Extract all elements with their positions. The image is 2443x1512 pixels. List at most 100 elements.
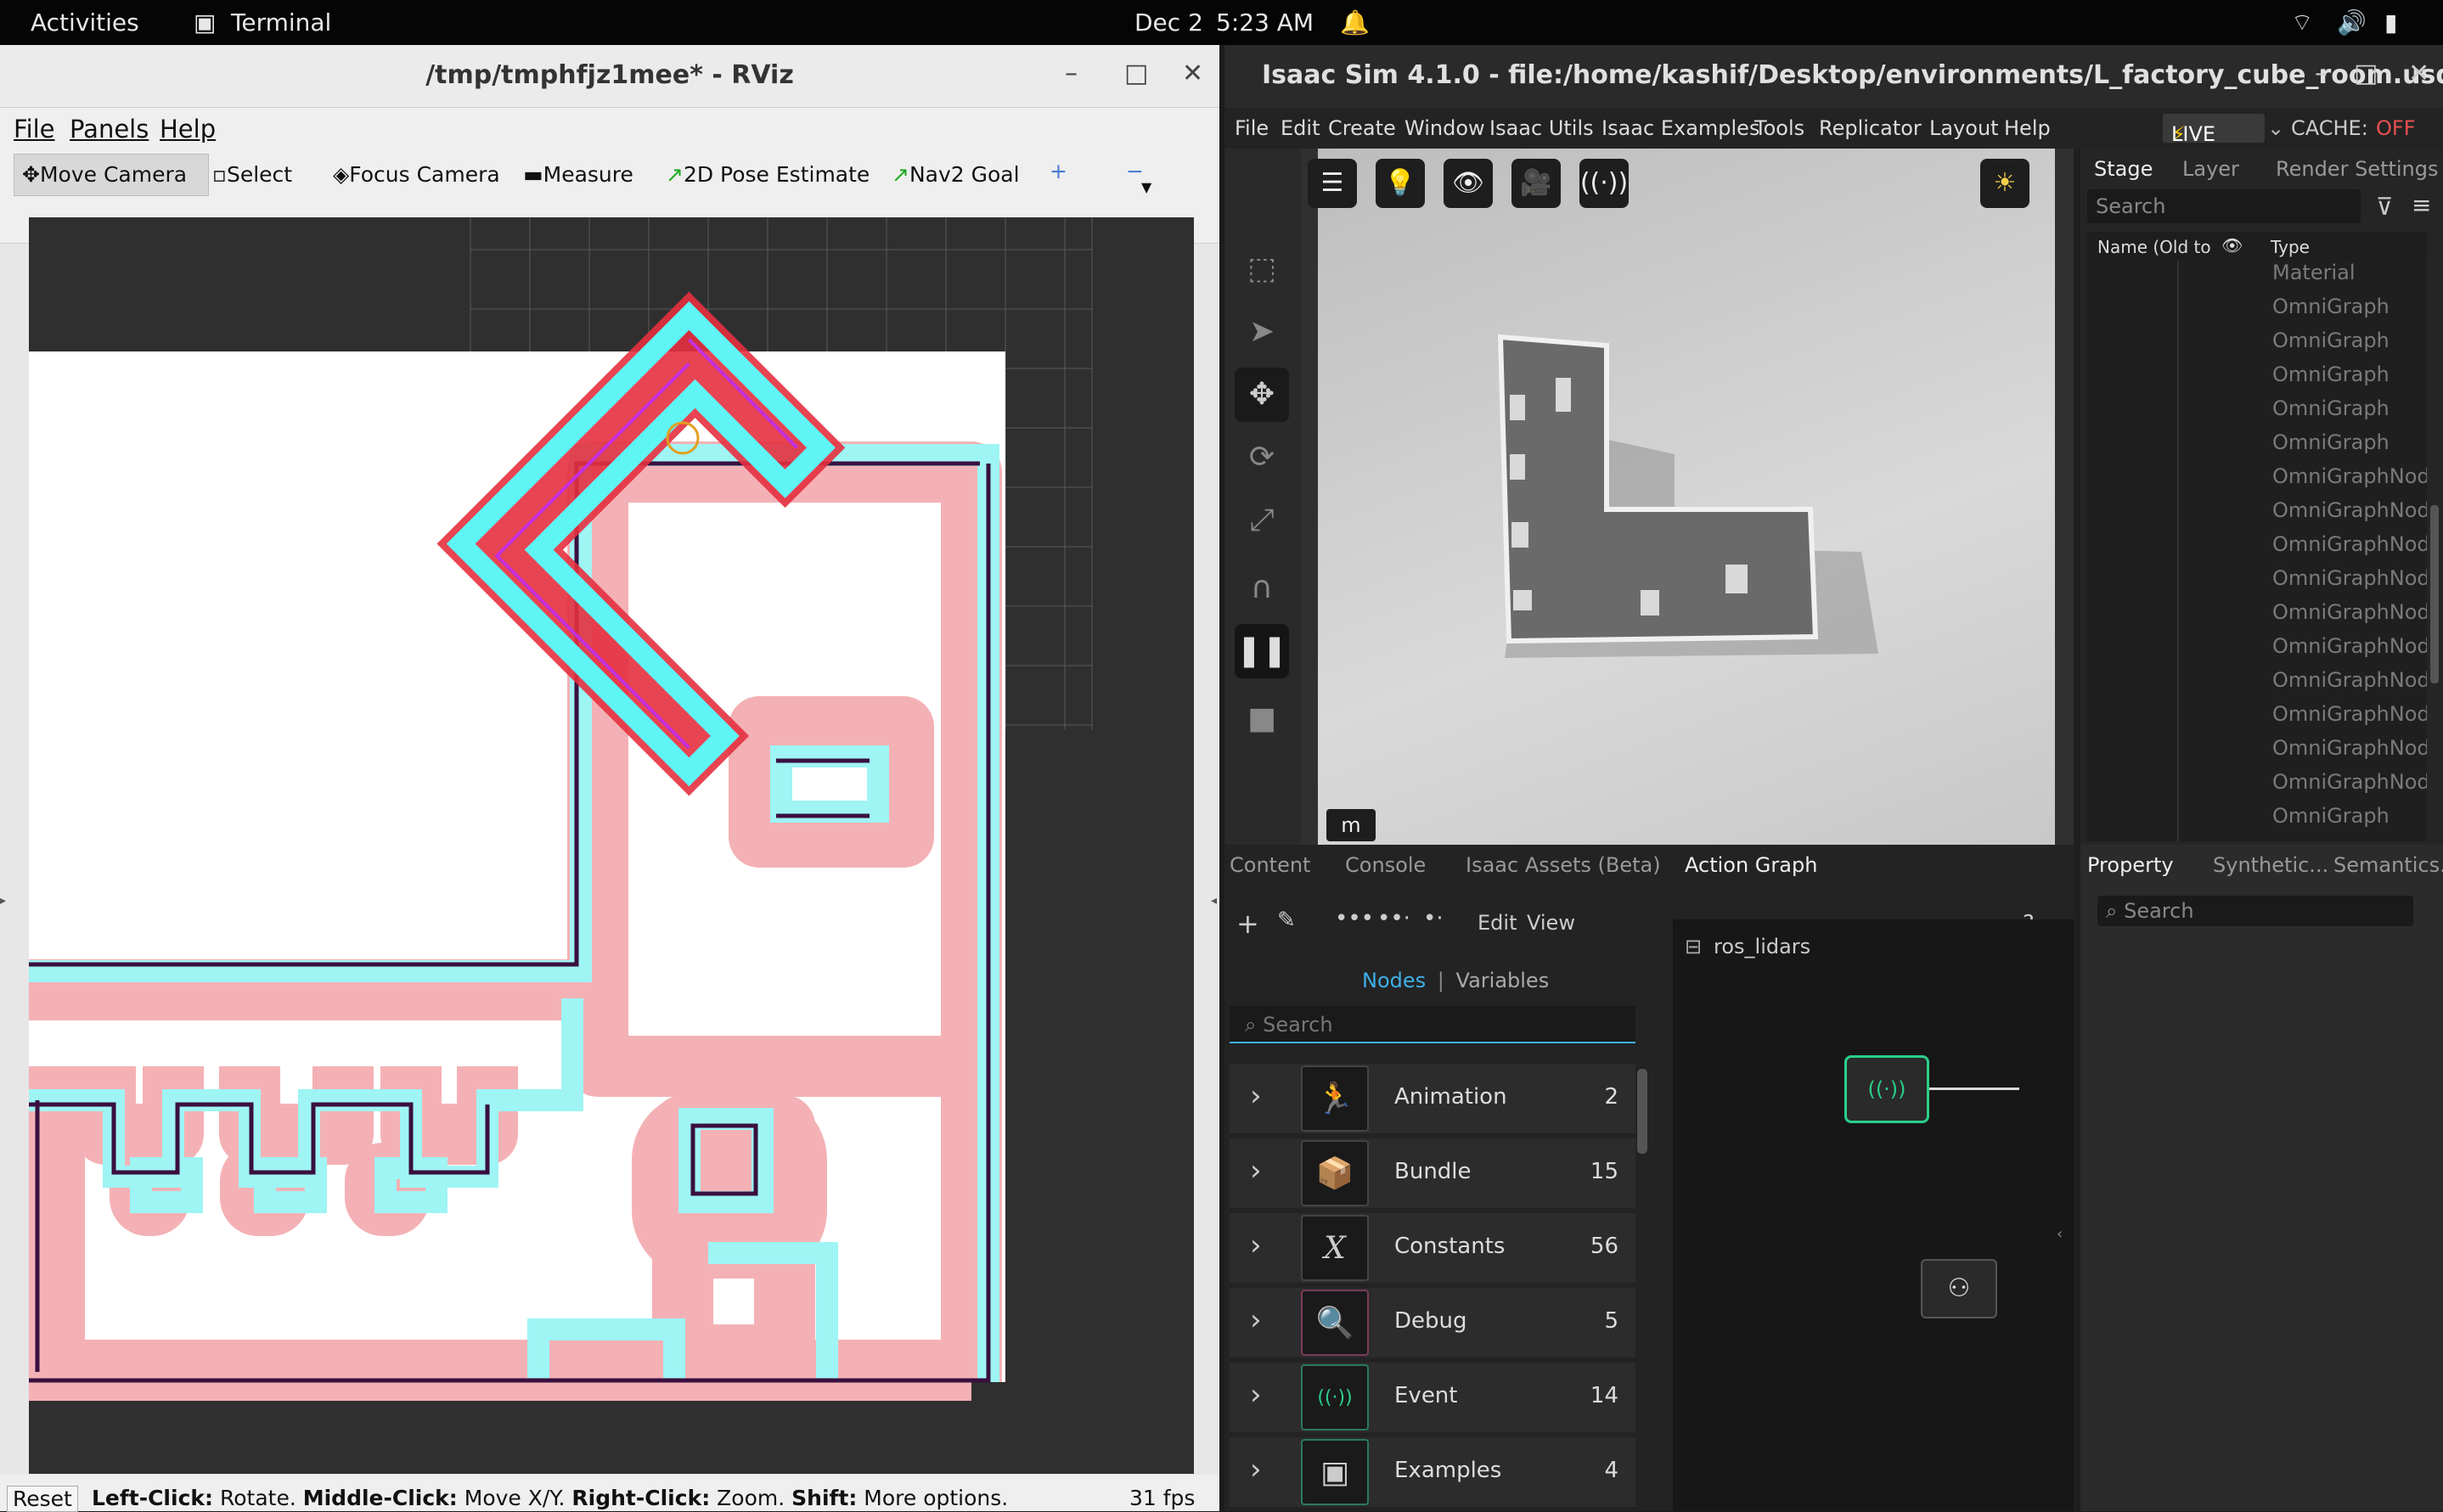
- viewport-settings-icon[interactable]: ☰: [1308, 159, 1357, 208]
- filter-icon[interactable]: ⊽: [2376, 193, 2394, 221]
- chevron-right-icon[interactable]: ›: [1250, 1378, 1262, 1412]
- volume-icon[interactable]: 🔊: [2337, 8, 2367, 37]
- col-name[interactable]: Name (Old to: [2097, 237, 2211, 257]
- category-examples[interactable]: › ▣ Examples 4: [1230, 1437, 1635, 1507]
- tab-isaac-assets[interactable]: Isaac Assets (Beta): [1466, 853, 1661, 877]
- edit-pencil-icon[interactable]: ✎: [1277, 908, 1296, 933]
- lighting-icon[interactable]: 💡: [1376, 159, 1425, 208]
- eye-icon[interactable]: 👁: [2221, 235, 2243, 256]
- tab-content[interactable]: Content: [1230, 853, 1310, 877]
- viewport-scene[interactable]: [1318, 149, 2055, 845]
- stage-menu-icon[interactable]: ≡: [2412, 191, 2431, 219]
- stage-search-input[interactable]: Search: [2087, 189, 2361, 223]
- tab-variables[interactable]: Variables: [1456, 969, 1550, 992]
- move-icon[interactable]: ✥: [1235, 368, 1289, 422]
- chevron-right-icon[interactable]: ›: [1250, 1079, 1262, 1113]
- stage-row-type[interactable]: OmniGraphNode: [2272, 634, 2427, 658]
- stage-row-type[interactable]: OmniGraph: [2272, 329, 2390, 352]
- graph-node-event[interactable]: ((·)): [1844, 1055, 1929, 1123]
- isaac-menu-layout[interactable]: Layout: [1929, 116, 1999, 140]
- left-splitter-arrow-icon[interactable]: ▸: [0, 894, 7, 928]
- category-debug[interactable]: › 🔍 Debug 5: [1230, 1288, 1635, 1357]
- node-layout-icon-1[interactable]: •••: [1335, 906, 1374, 931]
- stage-row-type[interactable]: OmniGraph: [2272, 430, 2390, 454]
- graph-canvas[interactable]: ⊟ ros_lidars ((·)) ⚇ ‹: [1673, 919, 2074, 1511]
- bell-icon[interactable]: 🔔: [1340, 8, 1370, 37]
- tool-focus-camera[interactable]: ◈Focus Camera: [333, 162, 500, 187]
- 3d-viewport[interactable]: ☰ 💡 👁 🎥 ((·)) ☀ m: [1301, 149, 2074, 845]
- isaac-menu-isaac-utils[interactable]: Isaac Utils: [1489, 116, 1594, 140]
- isaac-menu-window[interactable]: Window: [1404, 116, 1485, 140]
- tab-stage[interactable]: Stage: [2094, 157, 2153, 181]
- cache-status[interactable]: OFF: [2376, 116, 2416, 140]
- category-bundle[interactable]: › 📦 Bundle 15: [1230, 1138, 1635, 1208]
- menu-help[interactable]: Help: [160, 115, 216, 143]
- visibility-eye-icon[interactable]: 👁: [1444, 159, 1493, 208]
- menu-file[interactable]: File: [14, 115, 55, 143]
- isaac-minimize-button[interactable]: –: [2315, 59, 2328, 88]
- stage-row-type[interactable]: OmniGraphNode: [2272, 668, 2427, 692]
- graph-view-menu[interactable]: View: [1527, 911, 1575, 935]
- snap-magnet-icon[interactable]: ∩: [1235, 561, 1289, 615]
- tool-measure[interactable]: ▬Measure: [523, 162, 633, 187]
- maximize-button[interactable]: □: [1124, 59, 1148, 88]
- stage-row-type[interactable]: OmniGraphNode: [2272, 770, 2427, 794]
- wifi-icon[interactable]: ⌔: [2291, 8, 2313, 38]
- clock[interactable]: 5:23 AM: [1216, 8, 1314, 37]
- chevron-right-icon[interactable]: ›: [1250, 1303, 1262, 1337]
- tool-move-camera[interactable]: ✥Move Camera: [22, 162, 187, 187]
- node-category-list[interactable]: › 🏃 Animation 2 › 📦 Bundle 15 › X Constants 56 › 🔍…: [1230, 1064, 1635, 1511]
- right-splitter-arrow-icon[interactable]: ◂: [1211, 894, 1218, 928]
- isaac-close-button[interactable]: ✕: [2408, 59, 2429, 88]
- reset-button[interactable]: Reset: [7, 1486, 78, 1512]
- activities-button[interactable]: Activities: [31, 8, 139, 37]
- graph-collapse-icon[interactable]: ‹: [2057, 1225, 2069, 1251]
- stage-row-type[interactable]: OmniGraphNode: [2272, 702, 2427, 726]
- pause-icon[interactable]: ❚❚: [1235, 624, 1289, 678]
- isaac-menu-edit[interactable]: Edit: [1281, 116, 1320, 140]
- tool-2d-pose-estimate[interactable]: ↗2D Pose Estimate: [666, 162, 870, 187]
- isaac-menu-create[interactable]: Create: [1328, 116, 1396, 140]
- scale-icon[interactable]: ⤢: [1235, 493, 1289, 548]
- terminal-app-label[interactable]: Terminal: [231, 8, 331, 37]
- category-constants[interactable]: › X Constants 56: [1230, 1213, 1635, 1283]
- isaac-menu-help[interactable]: Help: [2004, 116, 2051, 140]
- tool-nav2-goal[interactable]: ↗Nav2 Goal: [892, 162, 1020, 187]
- node-layout-icon-2[interactable]: ••·: [1377, 906, 1410, 931]
- sun-render-icon[interactable]: ☀: [1980, 159, 2029, 208]
- chevron-right-icon[interactable]: ›: [1250, 1154, 1262, 1188]
- stage-row-type[interactable]: OmniGraph: [2272, 295, 2390, 318]
- menu-panels[interactable]: Panels: [70, 115, 149, 143]
- date[interactable]: Dec 2: [1134, 8, 1203, 37]
- category-event[interactable]: › ((·)) Event 14: [1230, 1363, 1635, 1432]
- tool-select[interactable]: ▫Select: [212, 162, 292, 187]
- close-button[interactable]: ✕: [1182, 59, 1203, 88]
- stage-row-type[interactable]: OmniGraphNode: [2272, 566, 2427, 590]
- category-animation[interactable]: › 🏃 Animation 2: [1230, 1064, 1635, 1133]
- stage-row-type[interactable]: OmniGraph: [2272, 363, 2390, 386]
- minimize-button[interactable]: –: [1065, 59, 1078, 88]
- stage-tree[interactable]: Material OmniGraph OmniGraph OmniGraph O…: [2087, 261, 2427, 841]
- tab-render-settings[interactable]: Render Settings: [2276, 157, 2439, 181]
- cube-select-icon[interactable]: ⬚: [1235, 242, 1289, 296]
- tab-console[interactable]: Console: [1345, 853, 1426, 877]
- stage-scrollbar[interactable]: [2430, 505, 2439, 683]
- tab-action-graph[interactable]: Action Graph: [1685, 853, 1817, 877]
- add-tool-icon[interactable]: +: [1050, 159, 1067, 183]
- graph-edit-menu[interactable]: Edit: [1478, 911, 1517, 935]
- node-search-input[interactable]: ⌕ Search: [1230, 1006, 1635, 1043]
- isaac-menu-isaac-examples[interactable]: Isaac Examples: [1601, 116, 1759, 140]
- live-toggle[interactable]: ⚡ LIVE: [2163, 114, 2265, 146]
- property-search-input[interactable]: ⌕ Search: [2097, 896, 2413, 926]
- terminal-icon[interactable]: ▣: [194, 8, 216, 37]
- chevron-down-icon[interactable]: ▼: [1141, 179, 1151, 195]
- stage-row-type[interactable]: OmniGraph: [2272, 396, 2390, 420]
- stage-row-type[interactable]: OmniGraphNode: [2272, 498, 2427, 522]
- select-arrow-icon[interactable]: ➤: [1235, 305, 1289, 359]
- chevron-right-icon[interactable]: ›: [1250, 1453, 1262, 1487]
- battery-icon[interactable]: ▮: [2384, 8, 2397, 37]
- col-type[interactable]: Type: [2271, 237, 2310, 257]
- chevron-right-icon[interactable]: ›: [1250, 1228, 1262, 1262]
- stop-icon[interactable]: ■: [1235, 692, 1289, 746]
- isaac-menu-replicator[interactable]: Replicator: [1819, 116, 1922, 140]
